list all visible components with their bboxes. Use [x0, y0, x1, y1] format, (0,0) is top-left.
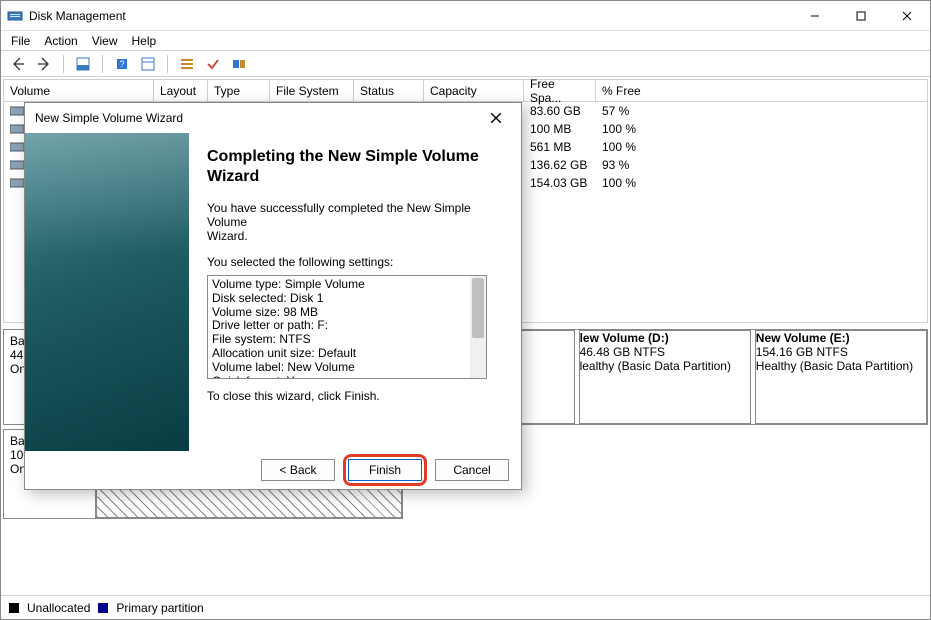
cell-pct: 57 % — [596, 104, 666, 118]
wizard-heading: Completing the New Simple Volume Wizard — [207, 147, 503, 187]
col-volume[interactable]: Volume — [4, 80, 154, 101]
view-bottom-pane-button[interactable] — [72, 53, 94, 75]
wizard-main: Completing the New Simple Volume Wizard … — [189, 133, 521, 451]
titlebar: Disk Management — [1, 1, 930, 31]
volume-icon — [10, 177, 24, 189]
wizard-close-hint: To close this wizard, click Finish. — [207, 389, 503, 403]
cell-free: 83.60 GB — [524, 104, 596, 118]
setting-line: Volume size: 98 MB — [212, 306, 482, 320]
col-type[interactable]: Type — [208, 80, 270, 101]
wizard-footer: < Back Finish Cancel — [25, 451, 521, 489]
wizard-sidebar-graphic — [25, 133, 189, 451]
legend-label-primary: Primary partition — [116, 601, 203, 615]
legend-swatch-unallocated — [9, 603, 19, 613]
volume-icon — [10, 123, 24, 135]
window-title: Disk Management — [29, 9, 126, 23]
col-status[interactable]: Status — [354, 80, 424, 101]
nav-back-button[interactable] — [7, 53, 29, 75]
settings-button[interactable] — [137, 53, 159, 75]
setting-line: File system: NTFS — [212, 333, 482, 347]
legend: Unallocated Primary partition — [1, 595, 930, 619]
app-icon — [7, 8, 23, 24]
col-fs[interactable]: File System — [270, 80, 354, 101]
wizard-title: New Simple Volume Wizard — [35, 111, 183, 125]
list-view-button[interactable] — [176, 53, 198, 75]
svg-text:?: ? — [119, 59, 124, 69]
wizard-dialog: New Simple Volume Wizard Completing the … — [24, 102, 522, 490]
volume-icon — [10, 141, 24, 153]
menu-view[interactable]: View — [92, 34, 118, 48]
legend-label-unallocated: Unallocated — [27, 601, 90, 615]
finish-highlight: Finish — [343, 454, 427, 486]
back-button[interactable]: < Back — [261, 459, 335, 481]
partition-d[interactable]: lew Volume (D:) 46.48 GB NTFS lealthy (B… — [579, 330, 751, 424]
wizard-close-button[interactable] — [481, 104, 511, 132]
partition-action-button[interactable] — [228, 53, 250, 75]
close-button[interactable] — [884, 1, 930, 31]
toolbar: ? — [1, 51, 930, 77]
minimize-button[interactable] — [792, 1, 838, 31]
col-free[interactable]: Free Spa... — [524, 80, 596, 101]
setting-line: Volume label: New Volume — [212, 361, 482, 375]
volume-table-header: Volume Layout Type File System Status Ca… — [4, 80, 927, 102]
menu-action[interactable]: Action — [44, 34, 77, 48]
help-button[interactable]: ? — [111, 53, 133, 75]
setting-line: Disk selected: Disk 1 — [212, 292, 482, 306]
legend-swatch-primary — [98, 603, 108, 613]
wizard-settings-label: You selected the following settings: — [207, 255, 503, 269]
nav-forward-button[interactable] — [33, 53, 55, 75]
maximize-button[interactable] — [838, 1, 884, 31]
col-layout[interactable]: Layout — [154, 80, 208, 101]
setting-line: Volume type: Simple Volume — [212, 278, 482, 292]
menu-help[interactable]: Help — [132, 34, 157, 48]
volume-icon — [10, 159, 24, 171]
finish-button[interactable]: Finish — [348, 459, 422, 481]
partition-e[interactable]: New Volume (E:) 154.16 GB NTFS Healthy (… — [755, 330, 927, 424]
wizard-done-text-2: Wizard. — [207, 229, 503, 243]
settings-scrollbar[interactable] — [470, 276, 486, 378]
wizard-titlebar: New Simple Volume Wizard — [25, 103, 521, 133]
wizard-done-text-1: You have successfully completed the New … — [207, 201, 503, 229]
wizard-settings-box[interactable]: Volume type: Simple Volume Disk selected… — [207, 275, 487, 379]
col-cap[interactable]: Capacity — [424, 80, 524, 101]
volume-icon — [10, 105, 24, 117]
setting-line: Allocation unit size: Default — [212, 347, 482, 361]
setting-line: Quick format: Yes — [212, 375, 482, 379]
setting-line: Drive letter or path: F: — [212, 319, 482, 333]
menu-bar: File Action View Help — [1, 31, 930, 51]
cancel-button[interactable]: Cancel — [435, 459, 509, 481]
check-action-button[interactable] — [202, 53, 224, 75]
menu-file[interactable]: File — [11, 34, 30, 48]
col-pct[interactable]: % Free — [596, 80, 666, 101]
